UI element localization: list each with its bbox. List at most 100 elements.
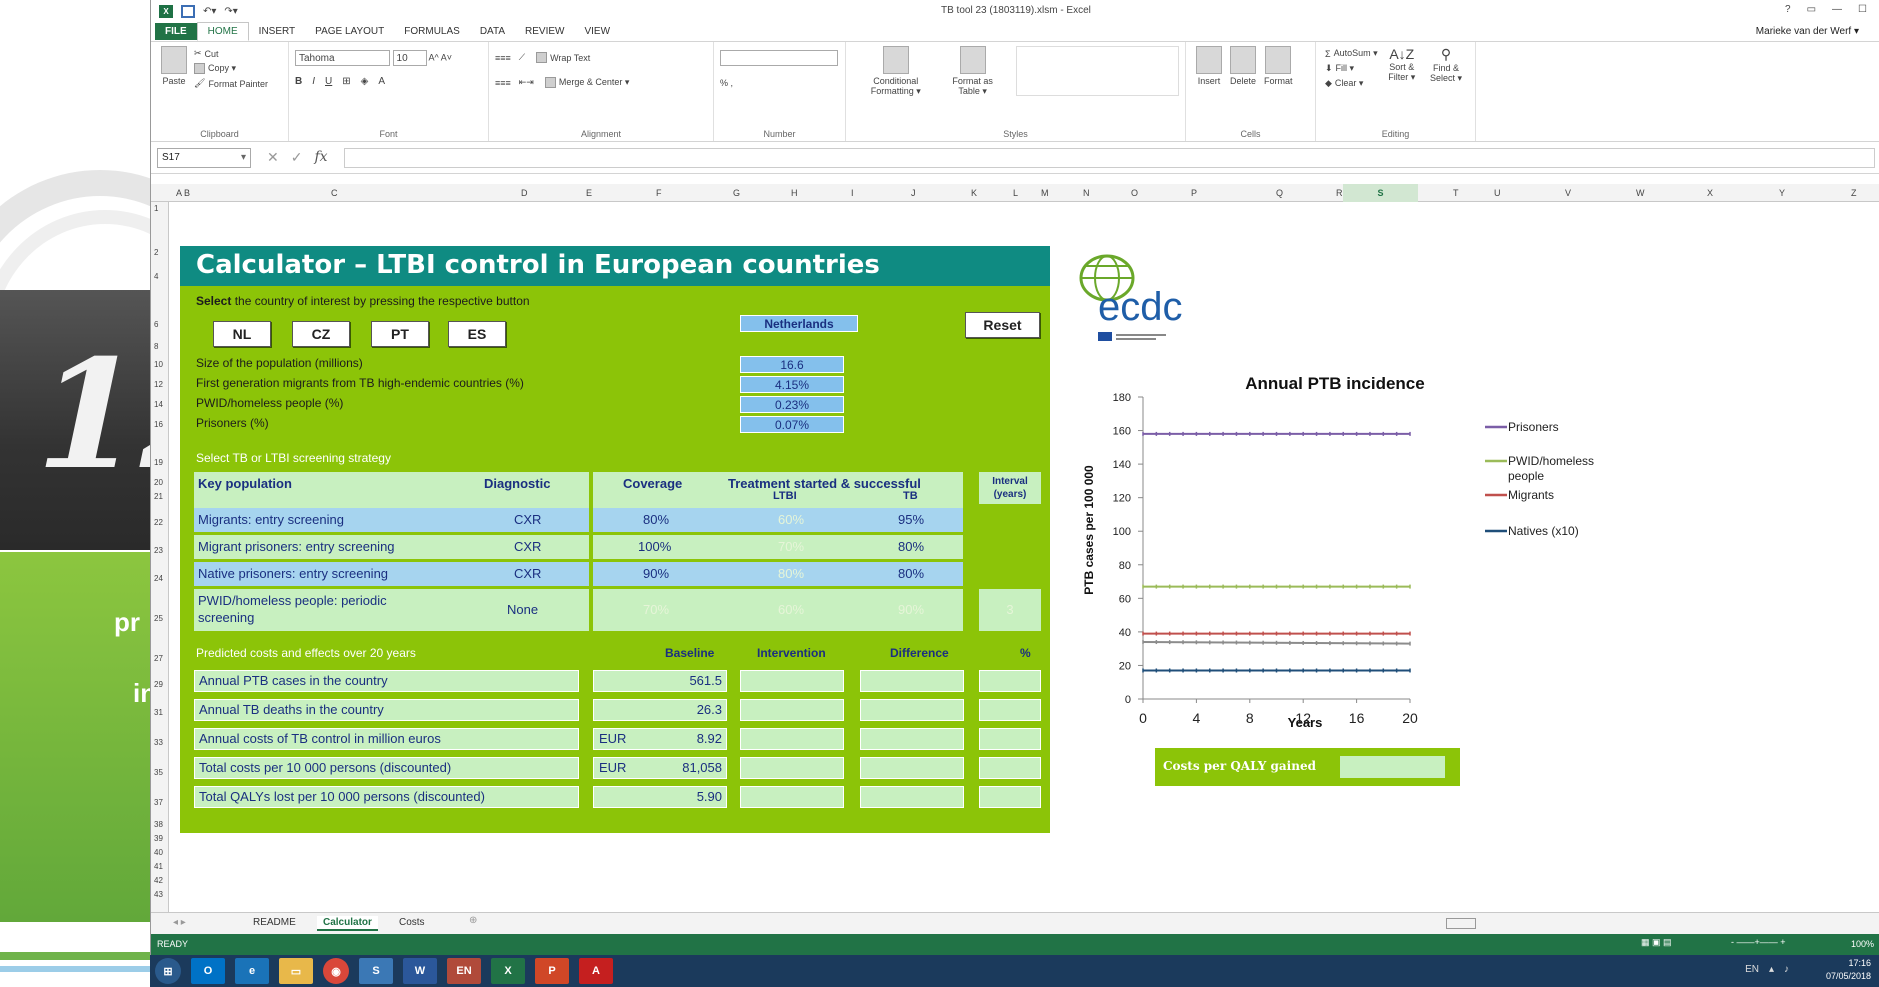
tray-volume-icon: ♪	[1784, 964, 1789, 975]
cut-button[interactable]: ✂ Cut	[194, 48, 268, 59]
grow-font-icon[interactable]: A^ A˅	[429, 53, 453, 63]
autosum-button[interactable]: Σ AutoSum ▾	[1325, 48, 1378, 59]
insert-cells-button[interactable]: Insert	[1196, 46, 1222, 86]
format-cells-button[interactable]: Format	[1264, 46, 1293, 86]
enter-icon[interactable]: ✓	[291, 149, 303, 166]
help-button[interactable]: ?	[1785, 4, 1791, 15]
strategy-row-migrant-prisoners[interactable]: Migrant prisoners: entry screening CXR	[194, 535, 589, 559]
styles-group-label: Styles	[1003, 129, 1028, 139]
strategy-row-pwid[interactable]: PWID/homeless people: periodic screening…	[194, 589, 589, 631]
orientation-icon[interactable]: ⟋	[519, 52, 525, 63]
country-button-nl[interactable]: NL	[213, 321, 271, 347]
country-button-es[interactable]: ES	[448, 321, 506, 347]
italic-icon[interactable]: I	[312, 76, 315, 87]
find-select-button[interactable]: ⚲ Find & Select ▾	[1427, 46, 1465, 91]
fill-color-icon[interactable]: ◈	[361, 76, 369, 87]
language-bar-icon[interactable]: EN	[447, 958, 481, 984]
ptb-incidence-chart[interactable]: Annual PTB incidence PTB cases per 100 0…	[1075, 365, 1645, 745]
param-label-prisoners: Prisoners (%)	[196, 416, 269, 430]
delete-cells-button[interactable]: Delete	[1230, 46, 1256, 86]
acrobat-icon[interactable]: A	[579, 958, 613, 984]
minimize-button[interactable]: —	[1832, 4, 1842, 15]
editing-group: Σ AutoSum ▾ ⬇ Fill ▾ ◆ Clear ▾ A↓Z Sort & Fi…	[1316, 42, 1476, 141]
align-top-icon[interactable]: ≡≡≡	[495, 53, 511, 63]
sheet-tab-calculator[interactable]: Calculator	[317, 916, 378, 931]
strategy-row-migrants[interactable]: Migrants: entry screening CXR	[194, 508, 589, 532]
tab-page-layout[interactable]: PAGE LAYOUT	[305, 23, 394, 40]
undo-icon[interactable]: ↶▾	[203, 6, 216, 17]
font-name-select[interactable]: Tahoma	[295, 50, 390, 66]
skype-icon[interactable]: S	[359, 958, 393, 984]
zoom-level[interactable]: 100%	[1851, 939, 1874, 949]
bold-icon[interactable]: B	[295, 76, 302, 87]
word-icon[interactable]: W	[403, 958, 437, 984]
cell-styles-gallery[interactable]	[1015, 46, 1179, 96]
borders-icon[interactable]: ⊞	[342, 76, 350, 87]
user-account[interactable]: Marieke van der Werf ▾	[1756, 26, 1859, 37]
result-difference	[860, 699, 964, 721]
row-diagnostic: CXR	[514, 512, 542, 527]
indent-icon[interactable]: ⇤⇥	[519, 77, 534, 88]
internet-explorer-icon[interactable]: e	[235, 958, 269, 984]
tab-formulas[interactable]: FORMULAS	[394, 23, 470, 40]
number-format-buttons[interactable]: % ,	[720, 78, 839, 88]
strategy-row-pwid-interval[interactable]: 3	[979, 589, 1041, 631]
horizontal-scrollbar[interactable]	[1446, 918, 1476, 929]
align-left-icon[interactable]: ≡≡≡	[495, 78, 511, 88]
font-size-select[interactable]: 10	[392, 50, 427, 66]
outlook-icon[interactable]: O	[191, 958, 225, 984]
ribbon-display-button[interactable]: ▭	[1807, 4, 1816, 15]
clock[interactable]: 17:16 07/05/2018	[1826, 957, 1871, 983]
underline-icon[interactable]: U	[325, 76, 332, 87]
insert-function-icon[interactable]: fx	[314, 149, 327, 166]
tab-data[interactable]: DATA	[470, 23, 515, 40]
merge-center-button[interactable]: Merge & Center ▾	[544, 77, 629, 88]
save-icon[interactable]	[181, 4, 195, 18]
sheet-tab-costs[interactable]: Costs	[393, 916, 431, 929]
strategy-row-pwid-values[interactable]: 70% 60% 90%	[593, 589, 963, 631]
reset-button[interactable]: Reset	[965, 312, 1040, 338]
zoom-slider[interactable]: - ——+—— +	[1731, 937, 1786, 947]
clear-button[interactable]: ◆ Clear ▾	[1325, 78, 1378, 89]
country-button-cz[interactable]: CZ	[292, 321, 350, 347]
strategy-row-migrants-values[interactable]: 80% 60% 95%	[593, 508, 963, 532]
tab-home[interactable]: HOME	[196, 22, 249, 41]
strategy-row-native-prisoners-values[interactable]: 90% 80% 80%	[593, 562, 963, 586]
add-sheet-icon[interactable]: ⊕	[469, 915, 477, 926]
column-header-s[interactable]: S	[1343, 184, 1418, 202]
copy-button[interactable]: Copy ▾	[194, 63, 268, 74]
cancel-icon[interactable]: ✕	[267, 149, 279, 166]
view-buttons[interactable]: ▦ ▣ ▤	[1641, 937, 1672, 948]
powerpoint-icon[interactable]: P	[535, 958, 569, 984]
file-explorer-icon[interactable]: ▭	[279, 958, 313, 984]
number-format-select[interactable]	[720, 50, 838, 66]
wrap-text-button[interactable]: Wrap Text	[536, 52, 590, 63]
strategy-row-migrant-prisoners-values[interactable]: 100% 70% 80%	[593, 535, 963, 559]
tab-view[interactable]: VIEW	[574, 23, 620, 40]
conditional-formatting-button[interactable]: Conditional Formatting ▾	[856, 46, 936, 97]
format-painter-button[interactable]: 🖌 Format Painter	[194, 78, 268, 89]
name-box[interactable]: S17	[157, 147, 251, 168]
fill-button[interactable]: ⬇ Fill ▾	[1325, 63, 1378, 74]
tab-file[interactable]: FILE	[155, 23, 197, 40]
font-color-icon[interactable]: A	[378, 76, 385, 87]
paste-button[interactable]: Paste	[161, 46, 187, 91]
row-ltbi: 60%	[778, 512, 805, 527]
y-tick-label: 60	[1119, 593, 1131, 605]
sheet-nav-arrows[interactable]: ◂ ▸	[173, 917, 186, 928]
strategy-row-native-prisoners[interactable]: Native prisoners: entry screening CXR	[194, 562, 589, 586]
chrome-icon[interactable]: ◉	[323, 958, 349, 984]
formula-input[interactable]	[343, 147, 1875, 168]
tab-insert[interactable]: INSERT	[249, 23, 306, 40]
redo-icon[interactable]: ↷▾	[224, 6, 237, 17]
system-tray-icons[interactable]: EN ▴ ♪	[1745, 964, 1789, 975]
sheet-tab-readme[interactable]: README	[247, 916, 302, 929]
country-button-pt[interactable]: PT	[371, 321, 429, 347]
excel-icon[interactable]: X	[491, 958, 525, 984]
start-button[interactable]: ⊞	[155, 958, 181, 984]
format-as-table-button[interactable]: Format as Table ▾	[944, 46, 1002, 97]
tab-review[interactable]: REVIEW	[515, 23, 574, 40]
restore-button[interactable]: ☐	[1858, 4, 1867, 15]
param-value-pwid: 0.23%	[740, 396, 844, 413]
sort-filter-button[interactable]: A↓Z Sort & Filter ▾	[1385, 46, 1419, 91]
